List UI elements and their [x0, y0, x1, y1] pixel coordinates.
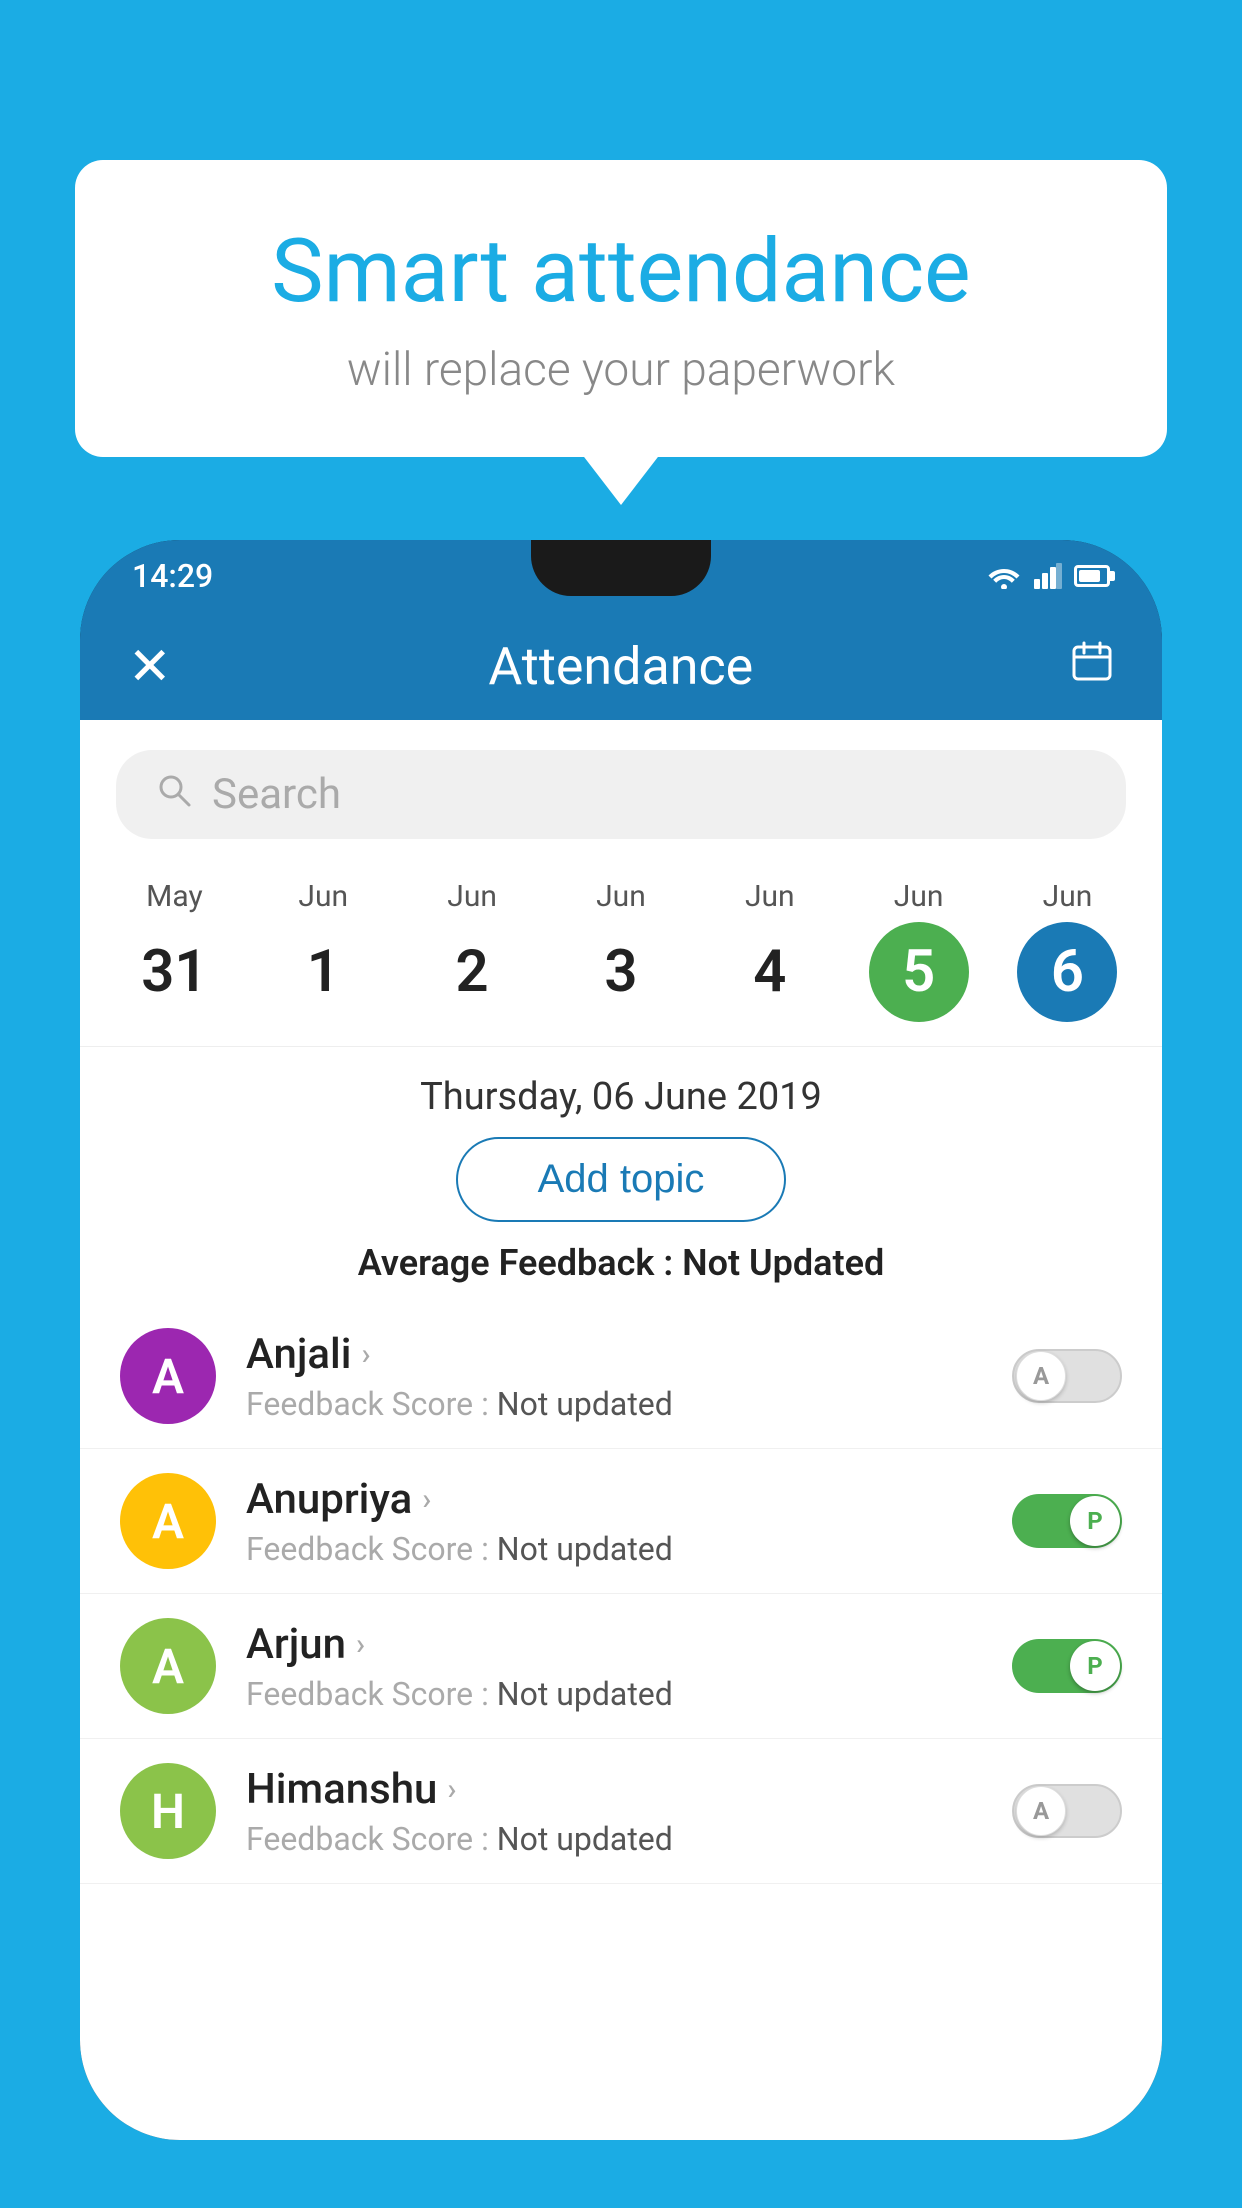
student-avatar: A [120, 1618, 216, 1714]
cal-date: 31 [124, 922, 224, 1022]
cal-month: Jun [298, 879, 348, 914]
student-name[interactable]: Arjun › [246, 1620, 982, 1669]
toggle-switch[interactable]: A [1012, 1349, 1122, 1403]
student-info: Himanshu › Feedback Score : Not updated [246, 1765, 982, 1858]
cal-date: 1 [273, 922, 373, 1022]
attendance-toggle[interactable]: P [1012, 1639, 1122, 1693]
status-time: 14:29 [132, 557, 213, 595]
attendance-toggle[interactable]: A [1012, 1784, 1122, 1838]
student-info: Anupriya › Feedback Score : Not updated [246, 1475, 982, 1568]
cal-date: 5 [869, 922, 969, 1022]
chevron-icon: › [422, 1482, 431, 1517]
student-name[interactable]: Anupriya › [246, 1475, 982, 1524]
student-list: AAnjali ›Feedback Score : Not updatedAAA… [80, 1304, 1162, 1884]
search-bar[interactable]: Search [116, 750, 1126, 839]
toggle-switch[interactable]: P [1012, 1639, 1122, 1693]
cal-date: 3 [571, 922, 671, 1022]
toggle-knob: A [1016, 1786, 1066, 1836]
student-name[interactable]: Himanshu › [246, 1765, 982, 1814]
student-avatar: A [120, 1473, 216, 1569]
calendar-day[interactable]: Jun 5 [869, 869, 969, 1046]
calendar-day[interactable]: Jun 6 [1017, 869, 1117, 1046]
search-icon [156, 771, 192, 818]
calendar-day[interactable]: May 31 [124, 869, 224, 1046]
speech-bubble: Smart attendance will replace your paper… [75, 160, 1167, 457]
cal-month: Jun [447, 879, 497, 914]
chevron-icon: › [356, 1627, 365, 1662]
add-topic-button[interactable]: Add topic [456, 1137, 787, 1222]
cal-date: 2 [422, 922, 522, 1022]
cal-date: 6 [1017, 922, 1117, 1022]
speech-bubble-container: Smart attendance will replace your paper… [75, 160, 1167, 457]
cal-date: 4 [720, 922, 820, 1022]
toggle-knob: A [1016, 1351, 1066, 1401]
calendar-day[interactable]: Jun 3 [571, 869, 671, 1046]
calendar-strip: May 31 Jun 1 Jun 2 Jun 3 Jun 4 Jun 5 Jun 6 [80, 859, 1162, 1047]
calendar-day[interactable]: Jun 2 [422, 869, 522, 1046]
toggle-knob: P [1070, 1641, 1120, 1691]
status-icons [986, 563, 1110, 589]
student-info: Arjun › Feedback Score : Not updated [246, 1620, 982, 1713]
avg-feedback-label: Average Feedback : [358, 1242, 682, 1284]
bubble-title: Smart attendance [155, 220, 1087, 323]
calendar-day[interactable]: Jun 4 [720, 869, 820, 1046]
student-name[interactable]: Anjali › [246, 1330, 982, 1379]
student-row: A Arjun › Feedback Score : Not updated P [80, 1594, 1162, 1739]
selected-date-label: Thursday, 06 June 2019 [80, 1047, 1162, 1137]
toggle-switch[interactable]: P [1012, 1494, 1122, 1548]
avg-feedback-value: Not Updated [682, 1242, 884, 1284]
phone-container: 14:29 ✕ Attendan [80, 540, 1162, 2208]
chevron-icon: › [447, 1772, 456, 1807]
chevron-icon: › [361, 1337, 370, 1372]
close-button[interactable]: ✕ [128, 636, 172, 697]
screen-content: Search May 31 Jun 1 Jun 2 Jun 3 Jun 4 Jun 5 Jun 6 Thu… [80, 720, 1162, 2140]
calendar-day[interactable]: Jun 1 [273, 869, 373, 1046]
toggle-switch[interactable]: A [1012, 1784, 1122, 1838]
cal-month: Jun [1043, 879, 1093, 914]
cal-month: Jun [894, 879, 944, 914]
attendance-toggle[interactable]: A [1012, 1349, 1122, 1403]
avg-feedback: Average Feedback : Not Updated [80, 1242, 1162, 1284]
wifi-icon [986, 563, 1022, 589]
student-avatar: A [120, 1328, 216, 1424]
student-row: A Anjali › Feedback Score : Not updated A [80, 1304, 1162, 1449]
toggle-knob: P [1070, 1496, 1120, 1546]
header-title: Attendance [488, 636, 753, 697]
student-row: A Anupriya › Feedback Score : Not updated P [80, 1449, 1162, 1594]
calendar-button[interactable] [1070, 639, 1114, 694]
bubble-subtitle: will replace your paperwork [155, 343, 1087, 397]
battery-icon [1074, 565, 1110, 587]
student-feedback: Feedback Score : Not updated [246, 1820, 982, 1858]
app-header: ✕ Attendance [80, 612, 1162, 720]
phone-notch [531, 540, 711, 596]
signal-icon [1034, 563, 1062, 589]
phone-frame: 14:29 ✕ Attendan [80, 540, 1162, 2140]
student-feedback: Feedback Score : Not updated [246, 1675, 982, 1713]
cal-month: Jun [596, 879, 646, 914]
cal-month: Jun [745, 879, 795, 914]
search-input[interactable]: Search [212, 770, 341, 819]
cal-month: May [146, 879, 202, 914]
attendance-toggle[interactable]: P [1012, 1494, 1122, 1548]
student-row: H Himanshu › Feedback Score : Not updated A [80, 1739, 1162, 1884]
student-info: Anjali › Feedback Score : Not updated [246, 1330, 982, 1423]
student-feedback: Feedback Score : Not updated [246, 1385, 982, 1423]
student-avatar: H [120, 1763, 216, 1859]
student-feedback: Feedback Score : Not updated [246, 1530, 982, 1568]
